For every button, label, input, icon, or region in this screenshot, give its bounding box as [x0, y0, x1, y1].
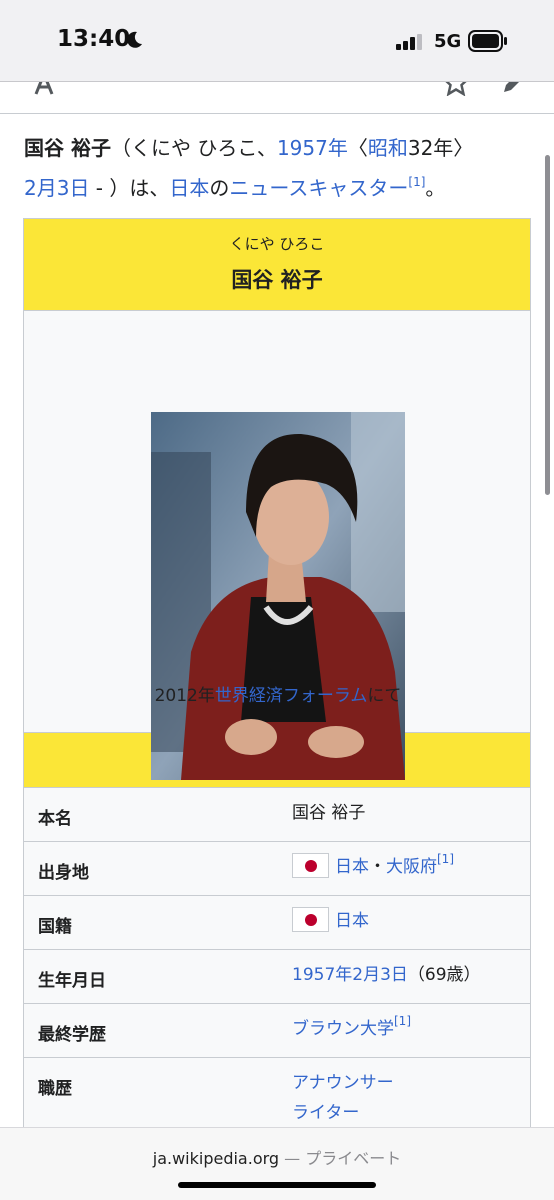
birth-date-link[interactable]: 2月3日 — [24, 176, 89, 200]
url-display[interactable]: ja.wikipedia.org — プライベート — [0, 1145, 554, 1169]
article-intro: 国谷 裕子（くにや ひろこ、1957年〈昭和32年〉 2月3日 - ）は、日本のニ… — [24, 136, 474, 200]
infobox-row-career: 職歴 アナウンサー ライター — [24, 1058, 530, 1138]
status-bar: 13:40 5G — [0, 0, 554, 82]
reference-link[interactable]: [1] — [394, 1014, 411, 1028]
row-label: 本名 — [38, 809, 72, 829]
cellular-signal-icon — [396, 34, 422, 50]
network-type: 5G — [434, 31, 462, 52]
nationality-link[interactable]: 日本 — [335, 911, 369, 931]
row-label: 国籍 — [38, 917, 72, 937]
infobox-row-nationality: 国籍 日本 — [24, 896, 530, 950]
edit-pencil-icon[interactable] — [500, 82, 528, 96]
row-label: 職歴 — [38, 1079, 72, 1099]
japan-flag-icon — [292, 906, 329, 932]
country-link[interactable]: 日本 — [169, 176, 209, 200]
row-label: 出身地 — [38, 863, 89, 883]
caption-link[interactable]: 世界経済フォーラム — [215, 686, 368, 706]
private-label: — プライベート — [279, 1149, 402, 1168]
moon-icon — [127, 31, 142, 48]
language-icon[interactable] — [30, 82, 58, 96]
article-toolbar — [0, 82, 554, 114]
infobox: くにや ひろこ 国谷 裕子 2012年世界経済フォーラムにて 本名 国谷 裕子 … — [23, 218, 531, 1139]
era-link[interactable]: 昭和 — [368, 136, 408, 160]
battery-icon — [468, 30, 507, 52]
home-indicator[interactable] — [178, 1182, 376, 1188]
birth-year-link[interactable]: 1957年 — [277, 136, 348, 160]
row-value: アナウンサー ライター — [292, 1068, 394, 1128]
infobox-row-birthdate: 生年月日 1957年2月3日（69歳） — [24, 950, 530, 1004]
row-value: 1957年2月3日（69歳） — [292, 960, 481, 990]
reference-link[interactable]: [1] — [437, 852, 454, 866]
row-value: 日本・大阪府[1] — [292, 852, 454, 882]
writer-link[interactable]: ライター — [292, 1103, 359, 1123]
scrollbar[interactable] — [545, 155, 550, 495]
occupation-link[interactable]: ニュースキャスター — [229, 176, 408, 200]
star-icon[interactable] — [442, 82, 470, 96]
announcer-link[interactable]: アナウンサー — [292, 1073, 394, 1093]
row-label: 最終学歴 — [38, 1025, 106, 1045]
name-reading: くにや ひろこ — [229, 235, 325, 253]
infobox-title: くにや ひろこ 国谷 裕子 — [24, 219, 530, 311]
subject-name: 国谷 裕子 — [24, 136, 111, 160]
infobox-row-education: 最終学歴 ブラウン大学[1] — [24, 1004, 530, 1058]
row-value: 国谷 裕子 — [292, 803, 366, 823]
age: （69歳） — [407, 965, 481, 985]
domain: ja.wikipedia.org — [152, 1149, 280, 1168]
university-link[interactable]: ブラウン大学 — [292, 1019, 394, 1039]
photo-caption: 2012年世界経済フォーラムにて — [154, 686, 402, 706]
infobox-row-real-name: 本名 国谷 裕子 — [24, 788, 530, 842]
birthplace-prefecture-link[interactable]: 大阪府 — [386, 857, 437, 877]
infobox-row-birthplace: 出身地 日本・大阪府[1] — [24, 842, 530, 896]
reference-link[interactable]: [1] — [408, 175, 425, 189]
japan-flag-icon — [292, 852, 329, 878]
clock: 13:40 — [57, 26, 131, 52]
row-value: ブラウン大学[1] — [292, 1014, 411, 1044]
row-label: 生年月日 — [38, 971, 106, 991]
portrait-photo[interactable] — [151, 412, 405, 780]
row-value: 日本 — [292, 906, 369, 936]
photo-cell: 2012年世界経済フォーラムにて — [24, 311, 530, 780]
birthplace-country-link[interactable]: 日本 — [335, 857, 369, 877]
infobox-name: 国谷 裕子 — [231, 268, 323, 292]
browser-address-bar[interactable]: ja.wikipedia.org — プライベート — [0, 1127, 554, 1200]
birthdate-link[interactable]: 1957年2月3日 — [292, 965, 408, 985]
